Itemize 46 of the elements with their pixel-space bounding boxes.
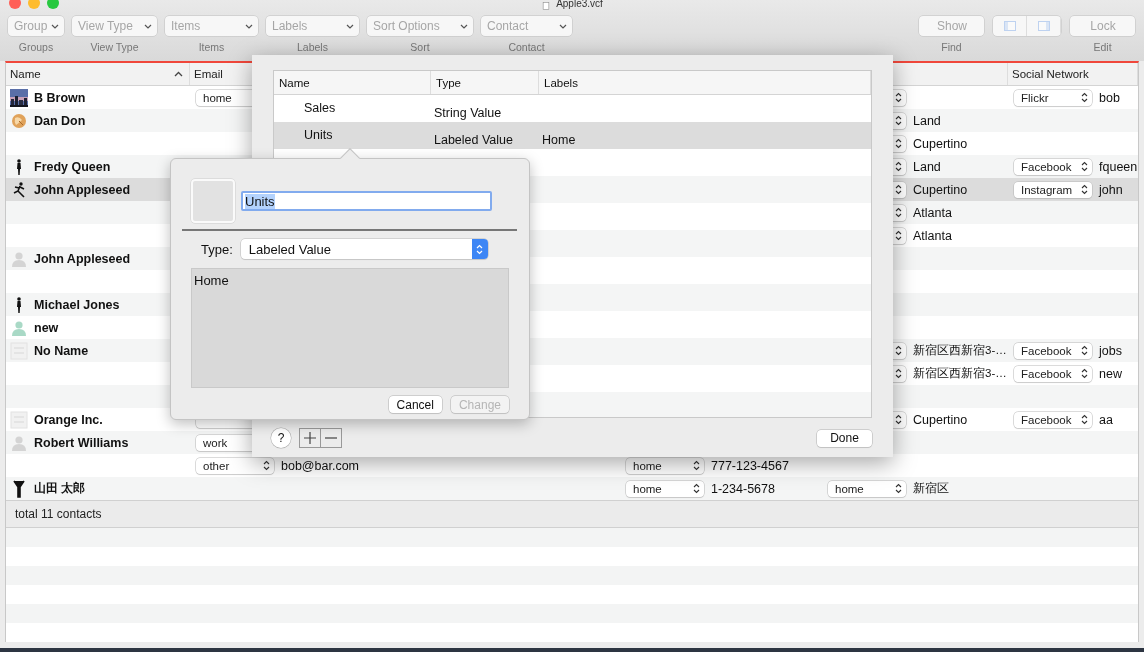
contact-name: John Appleseed <box>34 251 131 266</box>
contact-name: No Name <box>34 343 89 358</box>
address-text: Cupertino <box>913 182 968 197</box>
window-title: Apple3.vcf <box>556 0 603 10</box>
value-name: Sales <box>304 101 336 115</box>
social-handle: aa <box>1099 412 1113 427</box>
social-handle: john <box>1099 182 1123 197</box>
social-handle: new <box>1099 366 1122 381</box>
status-text: total 11 contacts <box>15 507 102 521</box>
contact-name: Dan Don <box>34 113 86 128</box>
value-type: String Value <box>434 106 502 120</box>
contact-name: Michael Jones <box>34 297 120 312</box>
contact-name: Orange Inc. <box>34 412 103 427</box>
value-name: Units <box>304 128 333 142</box>
contact-name: John Appleseed <box>34 182 131 197</box>
toolbar-label: Sort <box>410 41 430 54</box>
toolbar-label: Labels <box>297 41 328 54</box>
address-text: Land <box>913 159 941 174</box>
contact-name: Fredy Queen <box>34 159 111 174</box>
toolbar-label: View Type <box>90 41 139 54</box>
social-handle: bob <box>1099 90 1120 105</box>
address-text: Land <box>913 113 941 128</box>
address-text: Cupertino <box>913 136 968 151</box>
address-text: 新宿区西新宿3-… <box>913 366 1007 381</box>
toolbar-label: Find <box>941 41 962 54</box>
toolbar-label: Items <box>198 41 225 54</box>
email-text: bob@bar.com <box>281 458 359 473</box>
toolbar-label: Groups <box>18 41 54 54</box>
address-text: Atlanta <box>913 228 952 243</box>
value-labels: Home <box>542 133 576 147</box>
phone-text: 1-234-5678 <box>711 481 775 496</box>
address-text: 新宿区西新宿3-… <box>913 343 1007 358</box>
contact-name: new <box>34 320 59 335</box>
toolbar-label: Contact <box>508 41 545 54</box>
phone-text: 777-123-4567 <box>711 458 789 473</box>
contact-name: Robert Williams <box>34 435 129 450</box>
social-handle: fqueen <box>1099 159 1138 174</box>
address-text: Cupertino <box>913 412 968 427</box>
contact-name: B Brown <box>34 90 86 105</box>
address-text: Atlanta <box>913 205 952 220</box>
social-handle: jobs <box>1099 343 1122 358</box>
contact-name: 山田 太郎 <box>34 481 86 496</box>
toolbar-label: Edit <box>1093 41 1112 54</box>
address-text: 新宿区 <box>913 481 949 496</box>
value-type: Labeled Value <box>434 133 513 147</box>
type-label: Type: <box>201 241 233 257</box>
